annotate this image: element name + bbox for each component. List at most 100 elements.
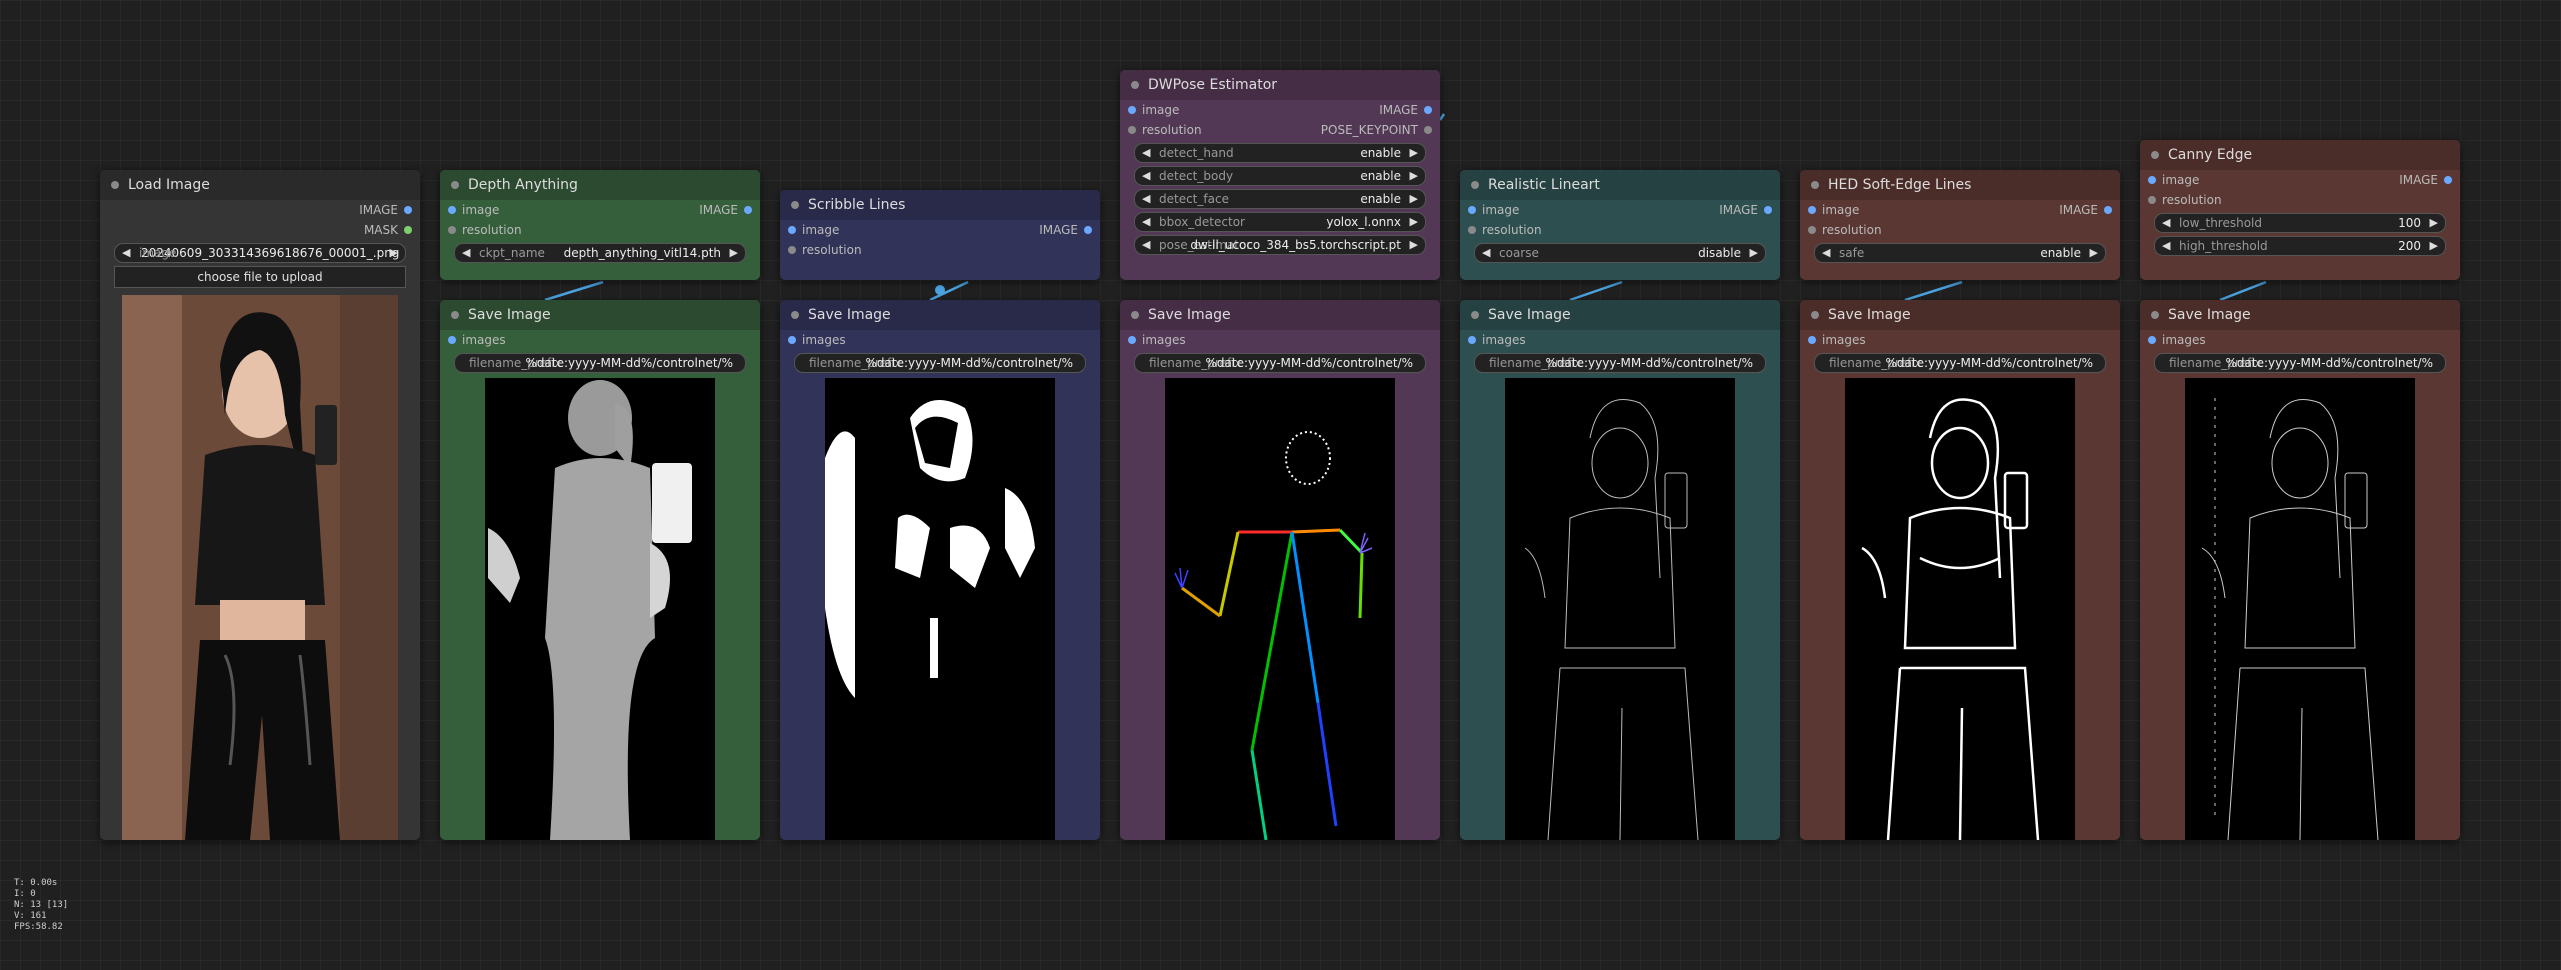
low-threshold-widget[interactable]: ◀ low_threshold 100 ▶ [2154,213,2446,233]
detect-hand-widget[interactable]: ◀ detect_hand enable ▶ [1134,143,1426,163]
filename-prefix-widget[interactable]: filename_prefix %date:yyyy-MM-dd%/contro… [1474,353,1766,373]
input-image-port[interactable]: image IMAGE [1460,200,1780,220]
arrow-left-icon[interactable]: ◀ [122,244,130,262]
node-title[interactable]: Realistic Lineart [1460,170,1780,200]
input-images-port[interactable]: images [780,330,1100,350]
arrow-left-icon[interactable]: ◀ [1822,244,1830,262]
collapse-dot[interactable] [1131,81,1139,89]
collapse-dot[interactable] [1471,181,1479,189]
input-dot[interactable] [1128,126,1136,134]
collapse-dot[interactable] [1811,311,1819,319]
input-resolution-port[interactable]: resolution [780,240,1100,260]
input-image-port[interactable]: image IMAGE [440,200,760,220]
input-resolution-port[interactable]: resolution [1800,220,2120,240]
input-dot[interactable] [1468,336,1476,344]
input-dot[interactable] [2148,196,2156,204]
output-dot[interactable] [1424,106,1432,114]
output-image-port[interactable]: IMAGE [100,200,420,220]
node-title[interactable]: Save Image [440,300,760,330]
collapse-dot[interactable] [2151,311,2159,319]
save-image-node-scribble[interactable]: Save Image images filename_prefix %date:… [780,300,1100,840]
node-title[interactable]: Save Image [2140,300,2460,330]
output-dot[interactable] [1424,126,1432,134]
scribble-lines-node[interactable]: Scribble Lines image IMAGE resolution [780,190,1100,280]
input-resolution-port[interactable]: resolution [440,220,760,240]
node-title[interactable]: Canny Edge [2140,140,2460,170]
node-title[interactable]: Save Image [1800,300,2120,330]
filename-prefix-widget[interactable]: filename_prefix %date:yyyy-MM-dd%/contro… [454,353,746,373]
arrow-right-icon[interactable]: ▶ [1750,244,1758,262]
node-title[interactable]: Depth Anything [440,170,760,200]
input-dot[interactable] [788,246,796,254]
collapse-dot[interactable] [451,311,459,319]
arrow-left-icon[interactable]: ◀ [1142,167,1150,185]
output-mask-port[interactable]: MASK [100,220,420,240]
save-image-node-hed[interactable]: Save Image images filename_prefix %date:… [1800,300,2120,840]
arrow-left-icon[interactable]: ◀ [1142,236,1150,254]
node-title[interactable]: Load Image [100,170,420,200]
save-image-node-pose[interactable]: Save Image images filename_prefix %date:… [1120,300,1440,840]
input-dot[interactable] [2148,176,2156,184]
input-resolution-port[interactable]: resolution [2140,190,2460,210]
output-dot[interactable] [744,206,752,214]
input-dot[interactable] [1128,106,1136,114]
output-dot[interactable] [2104,206,2112,214]
input-dot[interactable] [1468,206,1476,214]
collapse-dot[interactable] [1811,181,1819,189]
collapse-dot[interactable] [451,181,459,189]
input-images-port[interactable]: images [1800,330,2120,350]
arrow-right-icon[interactable]: ▶ [2430,214,2438,232]
output-dot[interactable] [404,226,412,234]
realistic-lineart-node[interactable]: Realistic Lineart image IMAGE resolution… [1460,170,1780,280]
bbox-detector-widget[interactable]: ◀ bbox_detector yolox_l.onnx ▶ [1134,212,1426,232]
output-dot[interactable] [2444,176,2452,184]
input-dot[interactable] [448,336,456,344]
save-image-node-depth[interactable]: Save Image images filename_prefix %date:… [440,300,760,840]
input-dot[interactable] [2148,336,2156,344]
upload-button[interactable]: choose file to upload [114,266,406,288]
node-title[interactable]: Save Image [780,300,1100,330]
node-title[interactable]: Scribble Lines [780,190,1100,220]
arrow-left-icon[interactable]: ◀ [1482,244,1490,262]
arrow-right-icon[interactable]: ▶ [1410,236,1418,254]
input-dot[interactable] [1808,226,1816,234]
node-title[interactable]: DWPose Estimator [1120,70,1440,100]
node-title[interactable]: Save Image [1460,300,1780,330]
arrow-right-icon[interactable]: ▶ [1410,144,1418,162]
collapse-dot[interactable] [2151,151,2159,159]
arrow-left-icon[interactable]: ◀ [1142,213,1150,231]
collapse-dot[interactable] [111,181,119,189]
arrow-right-icon[interactable]: ▶ [390,244,398,262]
image-select-widget[interactable]: ◀ image 20240609_303314369618676_00001_.… [114,243,406,263]
input-resolution-port[interactable]: resolution POSE_KEYPOINT [1120,120,1440,140]
input-dot[interactable] [1808,206,1816,214]
arrow-right-icon[interactable]: ▶ [730,244,738,262]
input-images-port[interactable]: images [440,330,760,350]
coarse-widget[interactable]: ◀ coarse disable ▶ [1474,243,1766,263]
output-dot[interactable] [1084,226,1092,234]
arrow-left-icon[interactable]: ◀ [2162,214,2170,232]
input-dot[interactable] [448,206,456,214]
filename-prefix-widget[interactable]: filename_prefix %date:yyyy-MM-dd%/contro… [2154,353,2446,373]
arrow-right-icon[interactable]: ▶ [1410,167,1418,185]
input-dot[interactable] [1808,336,1816,344]
depth-anything-node[interactable]: Depth Anything image IMAGE resolution ◀ … [440,170,760,280]
input-dot[interactable] [448,226,456,234]
input-dot[interactable] [1468,226,1476,234]
pose-estimator-widget[interactable]: ◀ pose_estimator dw-ll_ucoco_384_bs5.tor… [1134,235,1426,255]
input-resolution-port[interactable]: resolution [1460,220,1780,240]
input-image-port[interactable]: image IMAGE [2140,170,2460,190]
hed-soft-edge-node[interactable]: HED Soft-Edge Lines image IMAGE resoluti… [1800,170,2120,280]
arrow-left-icon[interactable]: ◀ [1142,190,1150,208]
arrow-right-icon[interactable]: ▶ [1410,190,1418,208]
filename-prefix-widget[interactable]: filename_prefix %date:yyyy-MM-dd%/contro… [1814,353,2106,373]
arrow-right-icon[interactable]: ▶ [2090,244,2098,262]
save-image-node-canny[interactable]: Save Image images filename_prefix %date:… [2140,300,2460,840]
canny-edge-node[interactable]: Canny Edge image IMAGE resolution ◀ low_… [2140,140,2460,280]
filename-prefix-widget[interactable]: filename_prefix %date:yyyy-MM-dd%/contro… [794,353,1086,373]
collapse-dot[interactable] [1471,311,1479,319]
node-title[interactable]: Save Image [1120,300,1440,330]
input-dot[interactable] [1128,336,1136,344]
input-images-port[interactable]: images [1460,330,1780,350]
input-dot[interactable] [788,336,796,344]
